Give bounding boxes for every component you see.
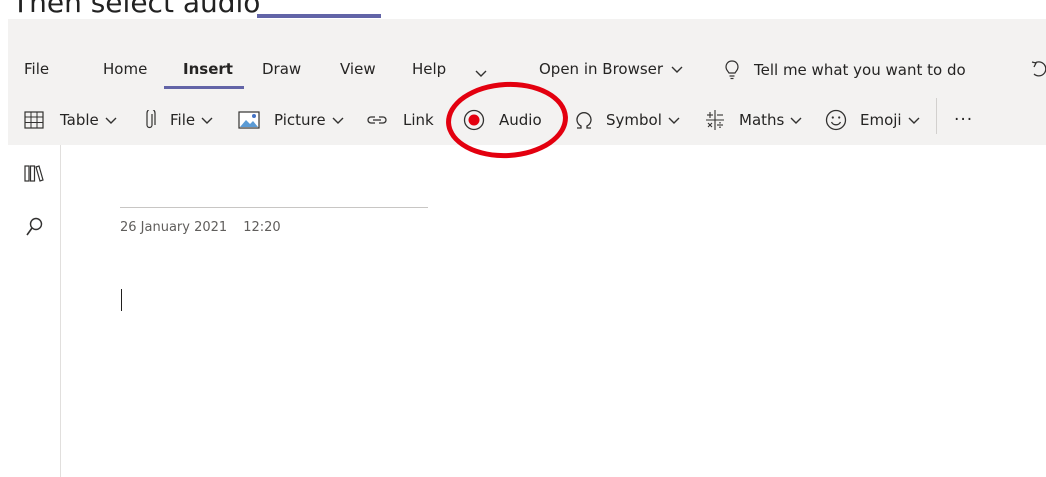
table-button[interactable]: Table — [24, 108, 117, 132]
undo-icon — [1031, 61, 1046, 77]
more-options-icon: ··· — [954, 110, 974, 130]
maths-button[interactable]: Maths — [705, 108, 802, 132]
file-attach-button[interactable]: File — [144, 108, 213, 132]
page-title-line[interactable] — [120, 207, 428, 208]
picture-label: Picture — [274, 111, 326, 129]
menu-more-chevron[interactable] — [474, 60, 488, 84]
chevron-down-icon — [475, 70, 487, 77]
chevron-down-icon — [332, 117, 344, 124]
picture-icon — [238, 111, 260, 129]
menu-view[interactable]: View — [340, 60, 376, 78]
maths-icon — [706, 110, 724, 130]
smiley-icon — [825, 109, 847, 131]
tell-me-search[interactable]: Tell me what you want to do — [724, 60, 966, 80]
table-label: Table — [60, 111, 99, 129]
symbol-button[interactable]: Symbol — [574, 108, 680, 132]
menu-help[interactable]: Help — [412, 60, 446, 78]
paperclip-icon — [146, 110, 156, 129]
undo-button[interactable] — [1030, 60, 1046, 84]
picture-button[interactable]: Picture — [238, 108, 344, 132]
chevron-down-icon — [790, 117, 802, 124]
tell-me-placeholder: Tell me what you want to do — [754, 61, 966, 79]
emoji-button[interactable]: Emoji — [825, 108, 920, 132]
lightbulb-icon — [725, 60, 739, 80]
page-timestamp: 26 January 2021 12:20 — [120, 220, 297, 235]
chevron-down-icon — [671, 66, 683, 73]
maths-label: Maths — [739, 111, 785, 129]
text-cursor — [121, 289, 122, 311]
menu-home[interactable]: Home — [103, 60, 147, 78]
link-label: Link — [403, 111, 434, 129]
file-label: File — [170, 111, 196, 129]
ribbon-divider — [936, 98, 937, 134]
link-icon — [367, 116, 387, 124]
menu-insert[interactable]: Insert — [183, 60, 233, 78]
chevron-down-icon — [201, 117, 213, 124]
left-navigation-rail — [8, 145, 61, 477]
caption-text: Then select audio — [12, 0, 261, 19]
menu-file[interactable]: File — [24, 60, 49, 78]
table-icon — [24, 111, 44, 129]
symbol-label: Symbol — [606, 111, 662, 129]
page-date: 26 January 2021 — [120, 220, 228, 235]
chevron-down-icon — [668, 117, 680, 124]
omega-icon — [576, 112, 592, 129]
chevron-down-icon — [105, 117, 117, 124]
emoji-label: Emoji — [860, 111, 902, 129]
search-icon — [26, 217, 43, 236]
insert-tab-underline — [164, 86, 244, 89]
active-tab-indicator — [257, 14, 381, 18]
page-time: 12:20 — [243, 220, 281, 235]
notebooks-icon — [24, 165, 44, 182]
menu-draw[interactable]: Draw — [262, 60, 301, 78]
more-options-button[interactable]: ··· — [954, 108, 973, 132]
link-button[interactable]: Link — [366, 108, 434, 132]
open-in-browser-label: Open in Browser — [539, 60, 664, 78]
notebooks-button[interactable] — [22, 161, 46, 185]
search-button[interactable] — [22, 215, 46, 239]
chevron-down-icon — [908, 117, 920, 124]
open-in-browser-button[interactable]: Open in Browser — [539, 60, 683, 78]
